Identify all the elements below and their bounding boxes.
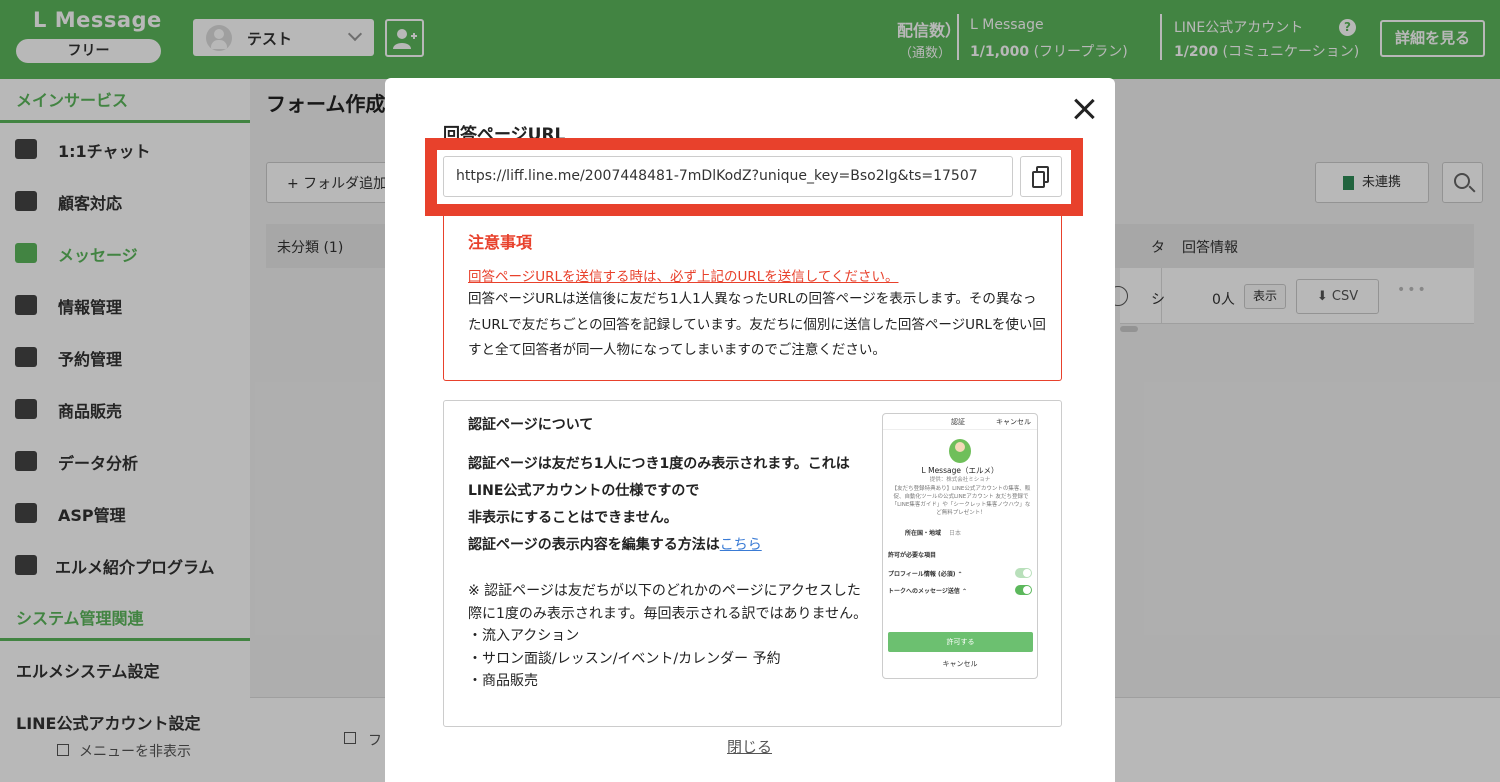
url-highlight-box [425, 138, 1083, 216]
preview-region-label: 所在国・地域 [905, 530, 942, 537]
auth-note-text: ※ 認証ページは友だちが以下のどれかのページにアクセスした際に1度のみ表示されま… [468, 583, 868, 622]
preview-description: 【友だち登録特典あり】LINE公式アカウントの集客、販促、自動化ツールの公式LI… [891, 486, 1031, 516]
preview-cancel-button: キャンセル [942, 660, 978, 668]
preview-avatar-icon [949, 439, 971, 463]
toggle-icon [1015, 585, 1032, 595]
close-modal-link[interactable]: 閉じる [727, 736, 772, 757]
notice-warning-link[interactable]: 回答ページURLを送信する時は、必ず上記のURLを送信してください。 [468, 265, 898, 285]
edit-auth-page-link[interactable]: こちら [720, 537, 762, 553]
answer-url-modal: 回答ページURL https://liff.line.me/2007448481… [385, 78, 1115, 782]
preview-permission-title: 許可が必要な項目 [888, 552, 937, 559]
auth-description: 認証ページは友だち1人につき1度のみ表示されます。これはLINE公式アカウントの… [468, 451, 868, 559]
close-icon[interactable] [1071, 96, 1097, 122]
auth-list-item: ・流入アクション [468, 628, 580, 644]
notice-title: 注意事項 [468, 233, 533, 252]
auth-desc-line: 認証ページは友だち1人につき1度のみ表示されます。これはLINE公式アカウントの… [468, 456, 850, 499]
preview-header: 認証 キャンセル [883, 414, 1037, 430]
notice-body: 回答ページURLは送信後に友だち1人1人異なったURLの回答ページを表示します。… [468, 291, 1046, 358]
auth-list-item: ・サロン面談/レッスン/イベント/カレンダー 予約 [468, 650, 781, 667]
auth-page-info-box: 認証ページについて 認証ページは友だち1人につき1度のみ表示されます。これはLI… [443, 400, 1062, 727]
auth-desc-line: 非表示にすることはできません。 [468, 510, 678, 526]
preview-provider: 提供：株式会社ミショナ [929, 477, 991, 483]
auth-page-preview-image: 認証 キャンセル L Message（エルメ） 提供：株式会社ミショナ 【友だち… [882, 413, 1038, 679]
preview-header-cancel: キャンセル [996, 418, 1031, 426]
auth-title: 認証ページについて [468, 417, 594, 433]
notice-box: 注意事項 回答ページURLを送信する時は、必ず上記のURLを送信してください。 … [443, 213, 1062, 381]
auth-list-item: ・商品販売 [468, 673, 538, 689]
auth-note: ※ 認証ページは友だちが以下のどれかのページにアクセスした際に1度のみ表示されま… [468, 580, 868, 693]
preview-permission-item: トークへのメッセージ送信 ⌃ [888, 588, 967, 595]
preview-allow-button: 許可する [888, 632, 1033, 652]
auth-desc-line: 認証ページの表示内容を編集する方法は [468, 537, 720, 553]
preview-header-title: 認証 [951, 418, 965, 426]
toggle-icon [1015, 568, 1032, 578]
preview-region-value: 日本 [949, 530, 962, 537]
preview-permission-item: プロフィール情報 (必須) ⌃ [888, 571, 963, 578]
